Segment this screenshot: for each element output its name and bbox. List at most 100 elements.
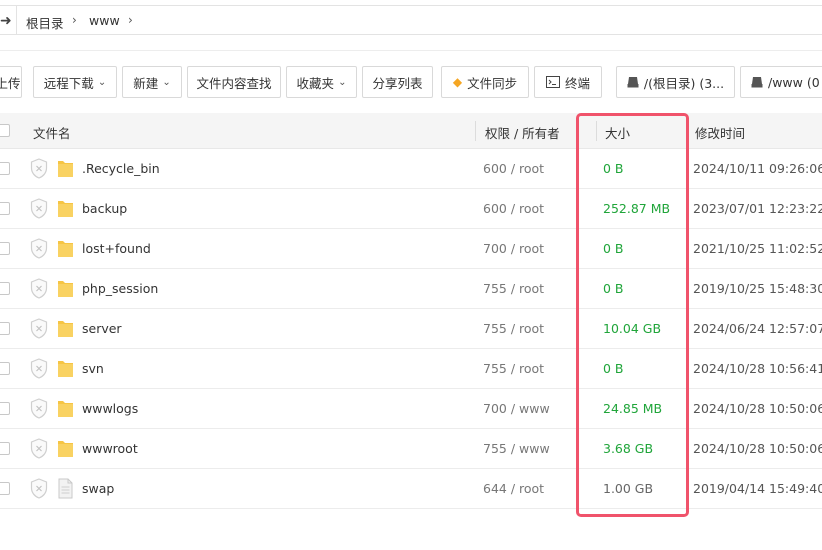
shield-icon[interactable] (30, 318, 48, 339)
disk-root-button[interactable]: /(根目录) (3... (616, 66, 735, 98)
table-row[interactable]: php_session 755 / root 0 B 2019/10/25 15… (0, 269, 822, 309)
chevron-down-icon: ⌄ (97, 76, 107, 88)
row-checkbox[interactable] (0, 442, 10, 455)
table-header: 文件名 权限 / 所有者 大小 修改时间 (0, 113, 822, 149)
file-name[interactable]: php_session (82, 281, 158, 296)
file-name[interactable]: swap (82, 481, 114, 496)
file-permission[interactable]: 755 / root (483, 321, 544, 336)
file-mtime: 2019/10/25 15:48:30 (693, 281, 822, 296)
shield-icon[interactable] (30, 278, 48, 299)
file-name[interactable]: svn (82, 361, 104, 376)
row-checkbox[interactable] (0, 322, 10, 335)
size-column-highlight (576, 113, 689, 517)
chevron-right-icon: › (128, 13, 133, 27)
folder-icon (58, 281, 73, 297)
file-mtime: 2024/10/11 09:26:06 (693, 161, 822, 176)
favorites-button[interactable]: 收藏夹 ⌄ (286, 66, 357, 98)
column-separator (475, 121, 476, 141)
terminal-button[interactable]: 终端 (534, 66, 602, 98)
folder-icon (58, 201, 73, 217)
search-content-button[interactable]: 文件内容查找 (187, 66, 281, 98)
table-row[interactable]: backup 600 / root 252.87 MB 2023/07/01 1… (0, 189, 822, 229)
shield-icon[interactable] (30, 478, 48, 499)
disk-icon (751, 77, 763, 88)
file-name[interactable]: backup (82, 201, 127, 216)
column-header-perm[interactable]: 权限 / 所有者 (485, 123, 560, 142)
upload-label: 上传 (0, 75, 21, 91)
column-header-mtime[interactable]: 修改时间 (695, 123, 745, 142)
file-mtime: 2021/10/25 11:02:52 (693, 241, 822, 256)
file-permission[interactable]: 600 / root (483, 201, 544, 216)
row-checkbox[interactable] (0, 242, 10, 255)
shield-icon[interactable] (30, 238, 48, 259)
table-row[interactable]: svn 755 / root 0 B 2024/10/28 10:56:41 (0, 349, 822, 389)
file-icon (58, 478, 73, 499)
file-mtime: 2024/10/28 10:50:06 (693, 441, 822, 456)
diamond-icon: ◆ (452, 75, 463, 89)
disk-www-button[interactable]: /www (0 (740, 66, 822, 98)
file-permission[interactable]: 700 / root (483, 241, 544, 256)
table-row[interactable]: wwwlogs 700 / www 24.85 MB 2024/10/28 10… (0, 389, 822, 429)
remote-download-label: 远程下载 (43, 75, 94, 91)
shield-icon[interactable] (30, 158, 48, 179)
folder-icon (58, 441, 73, 457)
shield-icon[interactable] (30, 198, 48, 219)
file-mtime: 2024/10/28 10:56:41 (693, 361, 822, 376)
folder-icon (58, 361, 73, 377)
breadcrumb: ➜ 根目录 › www › (0, 5, 822, 35)
file-name[interactable]: wwwlogs (82, 401, 138, 416)
file-mtime: 2024/10/28 10:50:06 (693, 401, 822, 416)
breadcrumb-divider (16, 6, 17, 34)
folder-icon (58, 161, 73, 177)
file-name[interactable]: lost+found (82, 241, 151, 256)
file-permission[interactable]: 755 / root (483, 281, 544, 296)
row-checkbox[interactable] (0, 202, 10, 215)
shield-icon[interactable] (30, 398, 48, 419)
disk-icon (627, 77, 639, 88)
new-button[interactable]: 新建 ⌄ (122, 66, 182, 98)
row-checkbox[interactable] (0, 402, 10, 415)
disk-root-label: /(根目录) (3... (643, 75, 725, 91)
share-list-button[interactable]: 分享列表 (362, 66, 433, 98)
chevron-right-icon: › (72, 13, 77, 27)
chevron-down-icon: ⌄ (338, 76, 347, 88)
terminal-icon (545, 76, 560, 88)
file-name[interactable]: server (82, 321, 122, 336)
row-checkbox[interactable] (0, 482, 10, 495)
table-row[interactable]: wwwroot 755 / www 3.68 GB 2024/10/28 10:… (0, 429, 822, 469)
file-sync-label: 文件同步 (467, 75, 518, 91)
file-sync-button[interactable]: ◆ 文件同步 (441, 66, 529, 98)
back-arrow-icon[interactable]: ➜ (0, 13, 12, 29)
file-name[interactable]: wwwroot (82, 441, 138, 456)
file-permission[interactable]: 600 / root (483, 161, 544, 176)
terminal-label: 终端 (564, 75, 590, 91)
file-permission[interactable]: 644 / root (483, 481, 544, 496)
row-checkbox[interactable] (0, 282, 10, 295)
column-header-name[interactable]: 文件名 (33, 123, 71, 142)
folder-icon (58, 401, 73, 417)
table-row[interactable]: server 755 / root 10.04 GB 2024/06/24 12… (0, 309, 822, 349)
file-name[interactable]: .Recycle_bin (82, 161, 160, 176)
row-checkbox[interactable] (0, 162, 10, 175)
table-row[interactable]: swap 644 / root 1.00 GB 2019/04/14 15:49… (0, 469, 822, 509)
breadcrumb-root[interactable]: 根目录 (26, 13, 64, 32)
shield-icon[interactable] (30, 358, 48, 379)
breadcrumb-www[interactable]: www (89, 13, 120, 28)
favorites-label: 收藏夹 (296, 75, 335, 91)
folder-icon (58, 321, 73, 337)
file-permission[interactable]: 755 / root (483, 361, 544, 376)
upload-button[interactable]: 上传 (0, 66, 22, 98)
chevron-down-icon: ⌄ (162, 76, 171, 88)
file-permission[interactable]: 700 / www (483, 401, 550, 416)
select-all-checkbox[interactable] (0, 124, 10, 137)
share-list-label: 分享列表 (372, 75, 423, 91)
remote-download-button[interactable]: 远程下载 ⌄ (33, 66, 117, 98)
disk-www-label: /www (0 (768, 74, 820, 90)
file-permission[interactable]: 755 / www (483, 441, 550, 456)
shield-icon[interactable] (30, 438, 48, 459)
file-mtime: 2019/04/14 15:49:40 (693, 481, 822, 496)
divider (0, 50, 822, 51)
row-checkbox[interactable] (0, 362, 10, 375)
table-row[interactable]: lost+found 700 / root 0 B 2021/10/25 11:… (0, 229, 822, 269)
table-row[interactable]: .Recycle_bin 600 / root 0 B 2024/10/11 0… (0, 149, 822, 189)
